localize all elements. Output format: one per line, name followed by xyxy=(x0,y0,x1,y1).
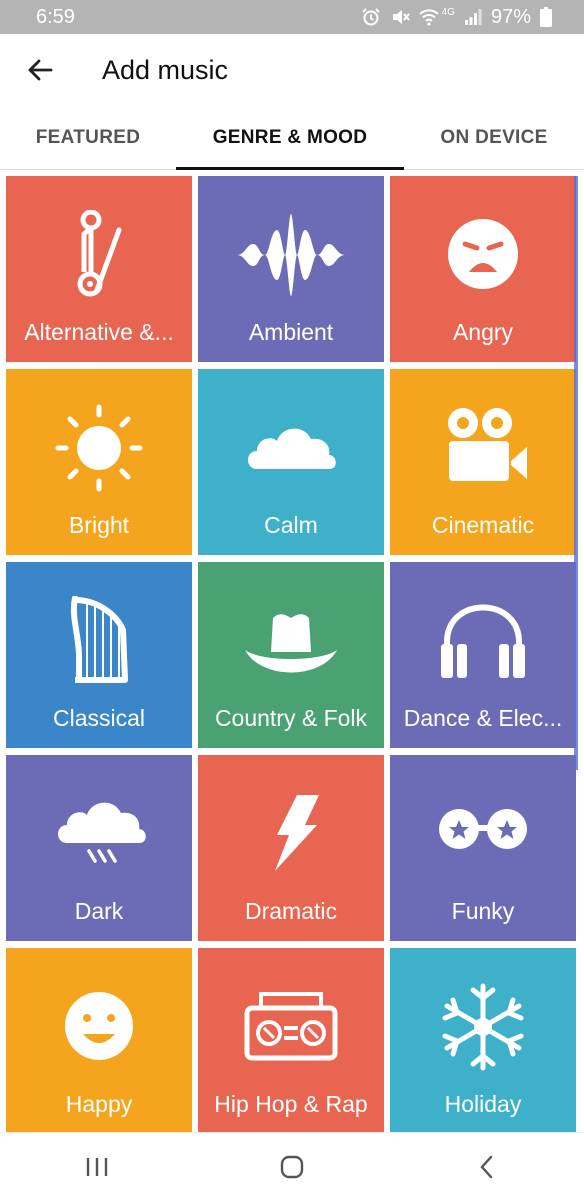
tile-angry[interactable]: Angry xyxy=(390,176,576,362)
sound-wave-icon xyxy=(237,214,345,296)
tile-happy[interactable]: Happy xyxy=(6,948,192,1132)
tile-hip-hop-rap[interactable]: Hip Hop & Rap xyxy=(198,948,384,1132)
rain-cloud-icon xyxy=(58,802,146,863)
scrollbar[interactable] xyxy=(574,176,578,770)
tile-label: Classical xyxy=(52,705,146,731)
tile-label: Country & Folk xyxy=(214,705,368,731)
happy-face-icon xyxy=(65,992,133,1060)
tile-label: Alternative &... xyxy=(24,319,174,345)
movie-camera-icon xyxy=(448,408,527,481)
tile-funky[interactable]: Funky xyxy=(390,755,576,941)
tile-label: Hip Hop & Rap xyxy=(214,1091,368,1117)
signal-icon xyxy=(464,9,482,25)
wifi-icon xyxy=(418,9,439,26)
lightning-icon xyxy=(275,795,319,871)
home-button[interactable] xyxy=(262,1137,322,1197)
alarm-icon xyxy=(361,8,380,26)
cowboy-hat-icon xyxy=(245,614,337,673)
home-icon xyxy=(280,1155,304,1179)
cloud-icon xyxy=(248,428,336,469)
angry-face-icon xyxy=(448,219,518,289)
tile-cinematic[interactable]: Cinematic xyxy=(390,369,576,555)
tile-holiday[interactable]: Holiday xyxy=(390,948,576,1132)
page-title: Add music xyxy=(102,54,229,85)
tile-bright[interactable]: Bright xyxy=(6,369,192,555)
tab-bar: FEATURED GENRE & MOOD ON DEVICE xyxy=(0,106,584,170)
battery-percent: 97% xyxy=(490,5,531,28)
system-back-button[interactable] xyxy=(457,1137,517,1197)
tab-genre-mood[interactable]: GENRE & MOOD xyxy=(176,106,404,170)
boombox-icon xyxy=(244,992,338,1061)
tile-label: Funky xyxy=(451,898,515,924)
harp-icon xyxy=(70,596,128,683)
back-icon xyxy=(480,1155,492,1179)
recent-apps-icon xyxy=(87,1158,108,1176)
tile-ambient[interactable]: Ambient xyxy=(198,176,384,362)
snowflake-icon xyxy=(442,983,524,1071)
tile-label: Dramatic xyxy=(244,898,337,924)
tile-dance-electronic[interactable]: Dance & Elec... xyxy=(390,562,576,748)
headphones-icon xyxy=(441,604,525,678)
system-nav-bar xyxy=(0,1132,584,1201)
arrow-back-icon xyxy=(28,59,53,81)
star-glasses-icon xyxy=(439,809,527,849)
tile-label: Dance & Elec... xyxy=(403,705,563,731)
sun-icon xyxy=(55,404,143,492)
status-time: 6:59 xyxy=(36,5,75,28)
tile-label: Holiday xyxy=(444,1091,522,1117)
tile-classical[interactable]: Classical xyxy=(6,562,192,748)
status-bar: 6:59 4G 97% xyxy=(0,0,584,34)
tile-country-folk[interactable]: Country & Folk xyxy=(198,562,384,748)
network-type: 4G xyxy=(441,6,455,18)
tab-featured[interactable]: FEATURED xyxy=(0,106,176,169)
tile-label: Angry xyxy=(452,319,514,345)
tile-label: Ambient xyxy=(248,319,334,345)
tile-label: Calm xyxy=(264,512,318,538)
safety-pin-icon xyxy=(77,210,122,297)
tile-label: Cinematic xyxy=(431,512,535,538)
back-button[interactable] xyxy=(0,34,80,106)
tile-label: Bright xyxy=(68,512,130,538)
genre-mood-grid: Alternative &... Ambient Angry Bright Ca… xyxy=(0,170,584,1132)
recent-apps-button[interactable] xyxy=(67,1137,127,1197)
mute-icon xyxy=(392,10,410,24)
app-bar: Add music xyxy=(0,34,584,106)
tab-on-device[interactable]: ON DEVICE xyxy=(404,106,584,169)
tile-calm[interactable]: Calm xyxy=(198,369,384,555)
tile-dark[interactable]: Dark xyxy=(6,755,192,941)
tile-alternative[interactable]: Alternative &... xyxy=(6,176,192,362)
battery-icon xyxy=(540,7,552,27)
tile-dramatic[interactable]: Dramatic xyxy=(198,755,384,941)
tile-label: Happy xyxy=(65,1091,133,1117)
tile-label: Dark xyxy=(74,898,124,924)
status-icons: 4G 97% xyxy=(361,6,552,29)
